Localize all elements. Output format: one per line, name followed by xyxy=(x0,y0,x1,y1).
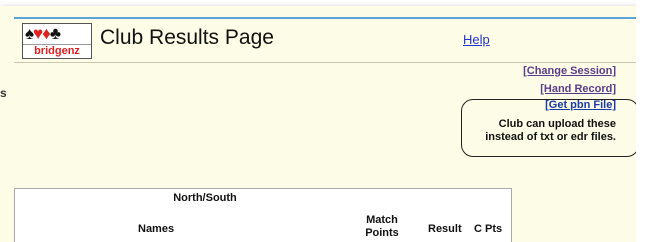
match-points-line-2: Points xyxy=(365,227,399,239)
annotation-callout-text: Club can upload these instead of txt or … xyxy=(446,118,616,144)
callout-line-2: instead of txt or edr files. xyxy=(485,131,616,143)
change-session-link[interactable]: [Change Session] xyxy=(523,65,616,77)
help-link[interactable]: Help xyxy=(463,32,490,47)
header-top-rule xyxy=(14,17,636,19)
window-right-margin xyxy=(636,0,650,242)
column-header-result: Result xyxy=(428,223,462,235)
bridgenz-logo: ♠♥♦♣ bridgenz xyxy=(22,23,92,59)
card-suits-icon: ♠♥♦♣ xyxy=(25,24,61,43)
column-header-match-points: Match Points xyxy=(360,214,404,240)
header-divider xyxy=(14,62,636,63)
column-header-c-pts: C Pts xyxy=(474,223,503,235)
column-header-names: Names xyxy=(138,223,175,235)
logo-text: bridgenz xyxy=(23,44,91,58)
north-south-heading: North/South xyxy=(173,192,237,204)
match-points-line-1: Match xyxy=(366,214,398,226)
cropped-left-text: s xyxy=(0,86,7,100)
hand-record-link[interactable]: [Hand Record] xyxy=(540,83,616,95)
results-page: ♠♥♦♣ bridgenz Club Results Page Help s [… xyxy=(0,6,636,242)
callout-line-1: Club can upload these xyxy=(498,118,616,130)
page-title: Club Results Page xyxy=(100,26,274,49)
